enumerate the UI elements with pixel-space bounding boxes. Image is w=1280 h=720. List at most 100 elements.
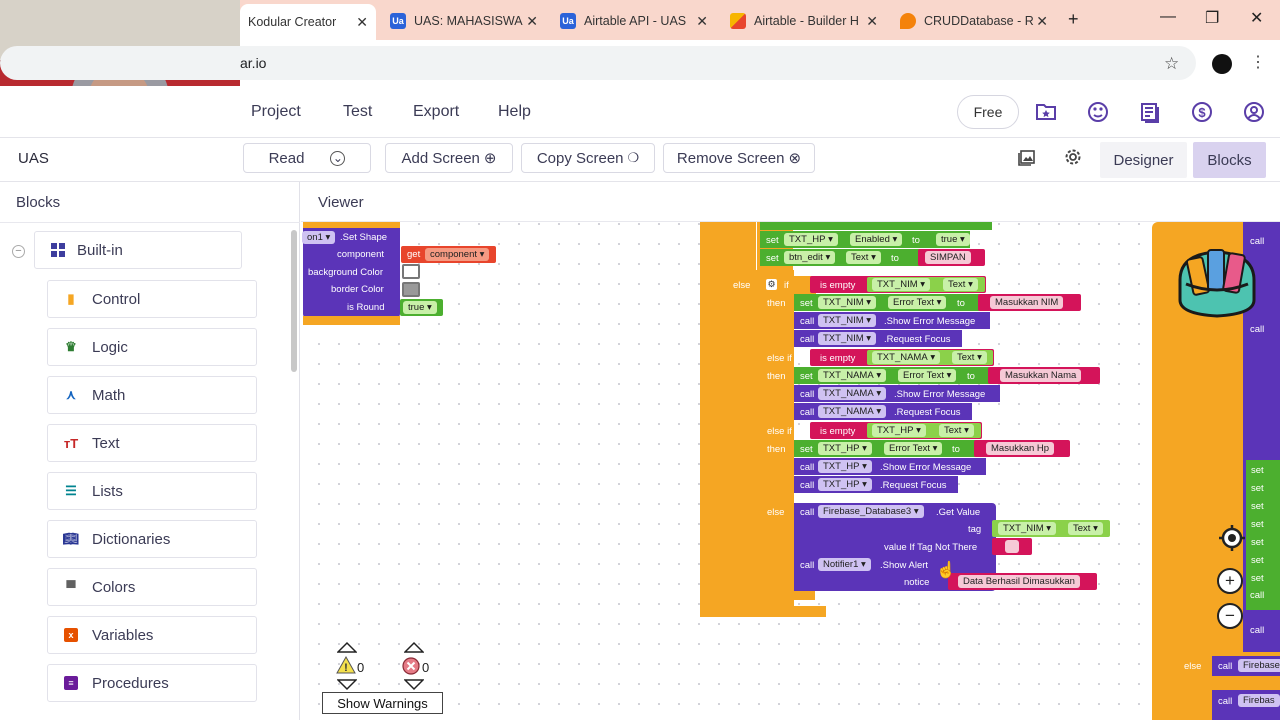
property-dropdown[interactable]: Text ▾: [952, 351, 987, 364]
component-dropdown[interactable]: TXT_NAMA ▾: [818, 387, 887, 400]
menu-export[interactable]: Export: [413, 103, 459, 121]
menu-test[interactable]: Test: [343, 103, 372, 121]
category-logic[interactable]: ♛ Logic: [47, 328, 257, 366]
close-icon[interactable]: ✕: [356, 14, 368, 31]
settings-gear-icon[interactable]: [1064, 148, 1082, 171]
recenter-icon[interactable]: [1218, 524, 1246, 552]
color-gray-swatch[interactable]: [402, 282, 420, 297]
category-control[interactable]: ▮ Control: [47, 280, 257, 318]
gallery-icon[interactable]: [1018, 148, 1036, 171]
property-dropdown[interactable]: Error Text ▾: [884, 442, 943, 455]
copy-screen-button[interactable]: Copy Screen ❍: [521, 143, 655, 173]
component-dropdown[interactable]: TXT_HP ▾: [784, 233, 838, 246]
screen-select[interactable]: Read ⌄: [243, 143, 371, 173]
component-dropdown[interactable]: Firebas: [1238, 694, 1280, 707]
close-icon[interactable]: ✕: [866, 13, 878, 30]
palette-icon[interactable]: [1086, 100, 1110, 124]
color-white-swatch[interactable]: [402, 264, 420, 279]
collapse-icon[interactable]: −: [12, 245, 25, 258]
designer-tab[interactable]: Designer: [1100, 142, 1187, 178]
close-window-icon[interactable]: ✕: [1250, 8, 1263, 28]
property-dropdown[interactable]: Text ▾: [943, 278, 978, 291]
folder-star-icon[interactable]: [1034, 100, 1058, 124]
documentation-icon[interactable]: [1138, 100, 1162, 124]
component-dropdown[interactable]: Firebase: [1238, 659, 1280, 672]
dollar-icon[interactable]: $: [1190, 100, 1214, 124]
category-math[interactable]: ⋏ Math: [47, 376, 257, 414]
menu-help[interactable]: Help: [498, 103, 531, 121]
empty-text-value[interactable]: [1005, 540, 1019, 553]
zoom-out-icon[interactable]: −: [1217, 603, 1243, 629]
get-value-dropdown[interactable]: component ▾: [425, 248, 490, 261]
show-warnings-button[interactable]: Show Warnings: [322, 692, 443, 714]
builtin-group[interactable]: Built-in: [34, 231, 242, 269]
free-plan-button[interactable]: Free: [957, 95, 1019, 129]
new-tab-icon[interactable]: +: [1068, 9, 1079, 30]
close-icon[interactable]: ✕: [1036, 13, 1048, 30]
property-dropdown[interactable]: Text ▾: [846, 251, 881, 264]
close-icon[interactable]: ✕: [526, 13, 538, 30]
category-lists[interactable]: ☰ Lists: [47, 472, 257, 510]
close-icon[interactable]: ✕: [696, 13, 708, 30]
category-text[interactable]: ᴛT Text: [47, 424, 257, 462]
panel-scrollbar[interactable]: [291, 230, 297, 372]
text-value[interactable]: Masukkan Hp: [986, 442, 1055, 455]
more-menu-icon[interactable]: ⋮: [1250, 52, 1266, 72]
category-variables[interactable]: x Variables: [47, 616, 257, 654]
tab-cruddatabase[interactable]: CRUDDatabase - R ✕: [892, 6, 1056, 36]
component-dropdown[interactable]: TXT_NAMA ▾: [872, 351, 941, 364]
property-dropdown[interactable]: Text ▾: [939, 424, 974, 437]
text-value[interactable]: Masukkan NIM: [990, 296, 1064, 309]
menu-project[interactable]: Project: [251, 103, 301, 121]
component-dropdown[interactable]: TXT_HP ▾: [818, 460, 872, 473]
gear-icon[interactable]: ⚙: [766, 279, 777, 290]
property-dropdown[interactable]: Error Text ▾: [898, 369, 957, 382]
errors-toggle-down-icon[interactable]: [403, 678, 425, 691]
text-value[interactable]: Masukkan Nama: [1000, 369, 1082, 382]
text-value[interactable]: Data Berhasil Dimasukkan: [958, 575, 1080, 588]
component-dropdown[interactable]: TXT_HP ▾: [818, 442, 872, 455]
remove-screen-button[interactable]: Remove Screen ⊗: [663, 143, 815, 173]
warnings-toggle-up-icon[interactable]: [336, 640, 358, 653]
profile-avatar[interactable]: [1212, 54, 1232, 74]
component-dropdown[interactable]: TXT_NIM ▾: [872, 278, 931, 291]
component-dropdown[interactable]: TXT_NAMA ▾: [818, 369, 887, 382]
blocks-tab[interactable]: Blocks: [1193, 142, 1266, 178]
text-value[interactable]: SIMPAN: [925, 251, 971, 264]
account-icon[interactable]: [1242, 100, 1266, 124]
errors-toggle-up-icon[interactable]: [403, 640, 425, 653]
component-dropdown[interactable]: on1 ▾: [302, 231, 336, 244]
component-dropdown[interactable]: TXT_NIM ▾: [818, 332, 877, 345]
component-dropdown[interactable]: TXT_NIM ▾: [998, 522, 1057, 535]
component-dropdown[interactable]: TXT_NIM ▾: [818, 296, 877, 309]
tab-airtable-builder[interactable]: Airtable - Builder H ✕: [722, 6, 886, 36]
category-dictionaries[interactable]: 📖︎ Dictionaries: [47, 520, 257, 558]
component-dropdown[interactable]: TXT_NAMA ▾: [818, 405, 887, 418]
restore-icon[interactable]: ❐: [1205, 8, 1219, 28]
category-procedures[interactable]: ≡ Procedures: [47, 664, 257, 702]
property-dropdown[interactable]: Text ▾: [1068, 522, 1103, 535]
warnings-toggle-down-icon[interactable]: [336, 678, 358, 691]
component-dropdown[interactable]: TXT_HP ▾: [872, 424, 926, 437]
property-dropdown[interactable]: Error Text ▾: [888, 296, 947, 309]
chip-text: TXT_NAMA: [877, 352, 928, 363]
component-dropdown[interactable]: Firebase_Database3 ▾: [818, 505, 924, 518]
minimize-icon[interactable]: —: [1160, 8, 1176, 26]
component-dropdown[interactable]: Notifier1 ▾: [818, 558, 871, 571]
tab-uas-mahasiswa[interactable]: Ua UAS: MAHASISWA ✕: [382, 6, 546, 36]
set-row-0[interactable]: [760, 222, 992, 230]
zoom-in-icon[interactable]: +: [1217, 568, 1243, 594]
property-dropdown[interactable]: Enabled ▾: [850, 233, 903, 246]
tab-kodular[interactable]: Kodular Creator ✕: [240, 4, 376, 40]
component-dropdown[interactable]: TXT_HP ▾: [818, 478, 872, 491]
true-dropdown[interactable]: true ▾: [936, 233, 970, 246]
bookmark-star-icon[interactable]: ☆: [1164, 54, 1179, 74]
category-colors[interactable]: ▀ Colors: [47, 568, 257, 606]
add-screen-button[interactable]: Add Screen ⊕: [385, 143, 513, 173]
address-bar[interactable]: ar.io: [0, 46, 1196, 80]
true-dropdown[interactable]: true ▾: [403, 301, 437, 314]
backpack-icon[interactable]: [1172, 240, 1262, 320]
component-dropdown[interactable]: TXT_NIM ▾: [818, 314, 877, 327]
tab-airtable-api[interactable]: Ua Airtable API - UAS ✕: [552, 6, 716, 36]
component-dropdown[interactable]: btn_edit ▾: [784, 251, 836, 264]
